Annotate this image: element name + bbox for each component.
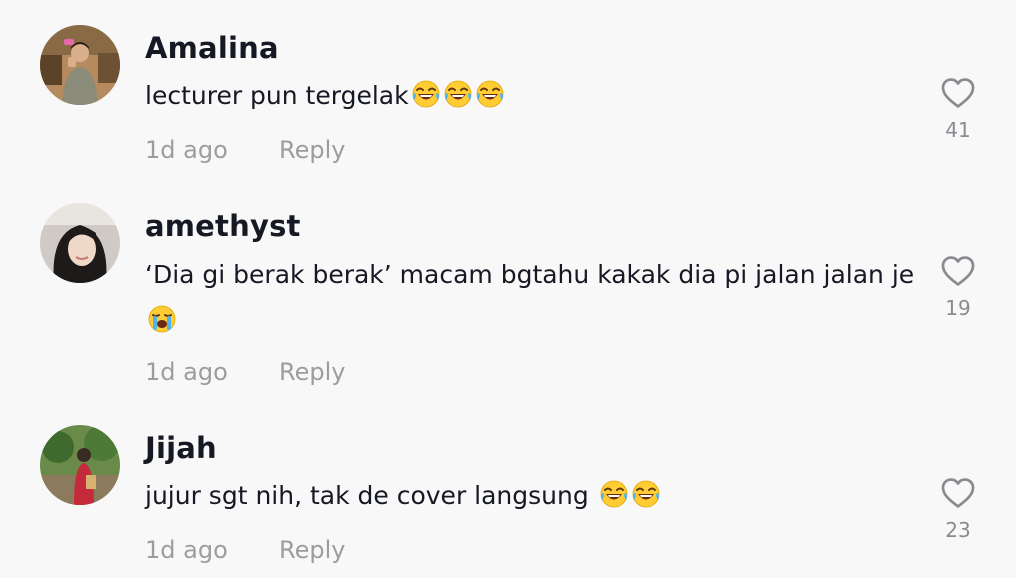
comment-timestamp: 1d ago xyxy=(145,358,228,386)
comment-text: lecturer pun tergelak xyxy=(145,73,915,119)
like-count: 19 xyxy=(945,296,971,320)
comment-meta: 1d ago Reply xyxy=(145,535,345,565)
face-with-tears-of-joy-icon xyxy=(443,79,473,109)
heart-outline-icon[interactable] xyxy=(939,252,977,290)
reply-button[interactable]: Reply xyxy=(279,535,345,565)
comment-timestamp: 1d ago xyxy=(145,136,228,164)
reply-button[interactable]: Reply xyxy=(279,357,345,387)
like-button[interactable]: 23 xyxy=(930,474,986,542)
face-with-tears-of-joy-icon xyxy=(411,79,441,109)
like-count: 23 xyxy=(945,518,971,542)
avatar[interactable] xyxy=(40,203,120,283)
comment-username[interactable]: amethyst xyxy=(145,206,301,246)
comment-username[interactable]: Jijah xyxy=(145,428,217,468)
like-button[interactable]: 19 xyxy=(930,252,986,320)
comment-text-content: jujur sgt nih, tak de cover langsung xyxy=(145,481,589,510)
comment-item: Amalina lecturer pun tergelak 1d ago Repl… xyxy=(0,0,1016,190)
comment-item: amethyst ‘Dia gi berak berak’ macam bgta… xyxy=(0,190,1016,414)
comment-meta: 1d ago Reply xyxy=(145,357,345,387)
emoji-group xyxy=(599,479,663,509)
like-button[interactable]: 41 xyxy=(930,74,986,142)
face-with-tears-of-joy-icon xyxy=(631,479,661,509)
comment-text-content: ‘Dia gi berak berak’ macam bgtahu kakak … xyxy=(145,260,915,289)
emoji-group xyxy=(147,304,179,334)
face-with-tears-of-joy-icon xyxy=(599,479,629,509)
comment-meta: 1d ago Reply xyxy=(145,135,345,165)
avatar[interactable] xyxy=(40,425,120,505)
reply-button[interactable]: Reply xyxy=(279,135,345,165)
heart-outline-icon[interactable] xyxy=(939,474,977,512)
comment-item: Jijah jujur sgt nih, tak de cover langsu… xyxy=(0,414,1016,578)
loudly-crying-face-icon xyxy=(147,304,177,334)
comment-text-content: lecturer pun tergelak xyxy=(145,81,409,110)
like-count: 41 xyxy=(945,118,971,142)
comment-text: ‘Dia gi berak berak’ macam bgtahu kakak … xyxy=(145,252,915,344)
heart-outline-icon[interactable] xyxy=(939,74,977,112)
comment-username[interactable]: Amalina xyxy=(145,28,279,68)
avatar[interactable] xyxy=(40,25,120,105)
emoji-group xyxy=(411,79,507,109)
face-with-tears-of-joy-icon xyxy=(475,79,505,109)
comment-timestamp: 1d ago xyxy=(145,536,228,564)
comment-text: jujur sgt nih, tak de cover langsung xyxy=(145,473,915,519)
